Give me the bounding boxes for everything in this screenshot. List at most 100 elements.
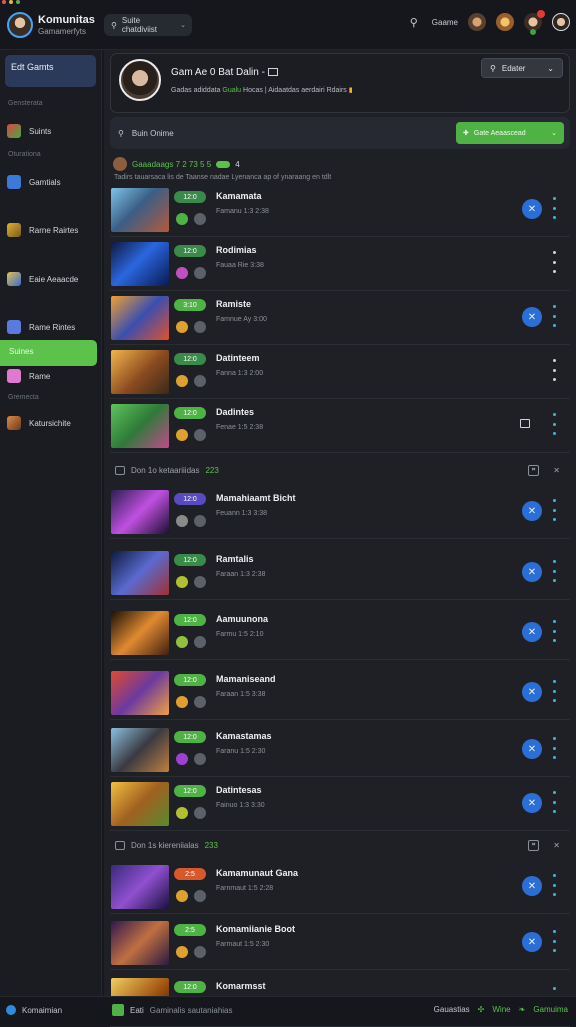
status-icon xyxy=(176,576,188,588)
more-options-icon[interactable] xyxy=(552,930,556,952)
online-status-pill xyxy=(216,160,231,168)
game-thumbnail[interactable] xyxy=(111,551,169,595)
sidebar-item-3[interactable]: Rarne Rairtes xyxy=(7,220,97,240)
sidebar-item-2[interactable]: Gamtials xyxy=(7,172,97,192)
friends-search-input[interactable]: ⚲ Buin Onime ✚ Gate Aeaascead ⌄ xyxy=(110,117,570,149)
friend-row[interactable]: 12:0 Rodimias Fauaa Rie 3:38 xyxy=(110,237,570,291)
friend-row[interactable]: 12:0 Datintesas Fainuo 1:3 3:30 ✕ xyxy=(110,777,570,831)
more-options-icon[interactable] xyxy=(552,560,556,582)
game-thumbnail[interactable] xyxy=(111,611,169,655)
sidebar-item-active[interactable]: Suines xyxy=(0,340,97,366)
close-icon[interactable]: ✕ xyxy=(553,466,560,475)
friend-row[interactable]: 2:5 Komamiianie Boot Farmaut 1:5 2:30 ✕ xyxy=(110,916,570,970)
status-icon xyxy=(176,267,188,279)
friend-name: Kamamunaut Gana xyxy=(216,868,299,878)
sidebar-item-6[interactable]: Rame xyxy=(7,366,97,386)
sidebar-item-5[interactable]: Rame Rintes xyxy=(7,317,97,337)
friend-row[interactable]: 12:0 Kamastamas Faranu 1:5 2:30 ✕ xyxy=(110,723,570,777)
more-options-icon[interactable] xyxy=(552,680,556,702)
status-icon xyxy=(176,890,188,902)
more-options-icon[interactable] xyxy=(552,359,556,381)
add-friend-button[interactable]: ✚ Gate Aeaascead ⌄ xyxy=(456,122,564,144)
collapse-icon[interactable]: ⌗ xyxy=(527,464,540,476)
notification-avatar-icon[interactable] xyxy=(524,10,545,35)
more-options-icon[interactable] xyxy=(552,499,556,521)
status-icon xyxy=(176,946,188,958)
invite-icon[interactable]: ✕ xyxy=(522,307,542,327)
game-thumbnail[interactable] xyxy=(111,865,169,909)
sidebar-item-7[interactable]: Katursichite xyxy=(7,413,97,433)
more-options-icon[interactable] xyxy=(552,620,556,642)
bottom-right-c[interactable]: Gamuima xyxy=(533,1005,568,1014)
game-thumbnail[interactable] xyxy=(111,296,169,340)
friend-row[interactable]: 12:0 Mamahiaamt Bicht Feuann 1:3 3:38 ✕ xyxy=(110,485,570,539)
invite-icon[interactable]: ✕ xyxy=(522,932,542,952)
top-link[interactable]: Gaame xyxy=(432,18,458,27)
game-thumbnail[interactable] xyxy=(111,921,169,965)
channel-search-dropdown[interactable]: ⚲ Suite chatdiviist ⌄ xyxy=(104,14,192,36)
friend-name: Kamamata xyxy=(216,191,262,201)
search-icon[interactable]: ⚲ xyxy=(406,14,422,30)
controller-icon[interactable]: ✣ xyxy=(478,1005,485,1014)
friend-row[interactable]: 2:5 Kamamunaut Gana Farnmaut 1:5 2:28 ✕ xyxy=(110,860,570,914)
window-controls[interactable] xyxy=(2,0,20,4)
game-icon xyxy=(7,369,21,383)
game-avatar-icon[interactable] xyxy=(496,13,514,31)
game-thumbnail[interactable] xyxy=(111,671,169,715)
filter-dropdown[interactable]: ⚲ Edater ⌄ xyxy=(481,58,563,78)
invite-icon[interactable]: ✕ xyxy=(522,562,542,582)
invite-icon[interactable]: ✕ xyxy=(522,739,542,759)
user-avatar[interactable] xyxy=(552,13,570,31)
sidebar-item-4[interactable]: Eaie Aeaacde xyxy=(7,269,97,289)
window-icon[interactable] xyxy=(520,419,530,428)
game-thumbnail[interactable] xyxy=(111,188,169,232)
more-options-icon[interactable] xyxy=(552,737,556,759)
friend-row[interactable]: 3:10 Ramiste Famnue Ay 3:00 ✕ xyxy=(110,291,570,345)
group-header[interactable]: Don 1o ketaariiidas 223 ⌗ ✕ xyxy=(110,459,570,481)
group-header[interactable]: Don 1s kiereniialas 233 ⌗ ✕ xyxy=(110,834,570,856)
close-icon[interactable]: ✕ xyxy=(553,841,560,850)
sidebar-edit-games-card[interactable]: Edt Gamts xyxy=(5,55,96,87)
game-thumbnail[interactable] xyxy=(111,404,169,448)
more-options-icon[interactable] xyxy=(552,791,556,813)
friend-name: Rodimias xyxy=(216,245,257,255)
more-options-icon[interactable] xyxy=(552,197,556,219)
bottom-right-b[interactable]: Wine xyxy=(492,1005,510,1014)
game-thumbnail[interactable] xyxy=(111,350,169,394)
app-avatar[interactable] xyxy=(7,12,33,38)
bottom-status[interactable]: Eati Gaminalis sautaniahias xyxy=(112,1004,233,1016)
game-thumbnail[interactable] xyxy=(111,782,169,826)
sidebar-item-label: Eaie Aeaacde xyxy=(29,274,79,284)
invite-icon[interactable]: ✕ xyxy=(522,199,542,219)
window-icon xyxy=(267,68,278,77)
game-thumbnail[interactable] xyxy=(111,490,169,534)
sidebar: Edt Gamts Gensterata Suints Oturationa G… xyxy=(0,50,102,996)
invite-icon[interactable]: ✕ xyxy=(522,501,542,521)
sidebar-item-1[interactable]: Suints xyxy=(7,121,97,141)
invite-icon[interactable]: ✕ xyxy=(522,793,542,813)
more-options-icon[interactable] xyxy=(552,251,556,273)
online-header-label: Gaaadaags 7 2 73 5 5 xyxy=(132,159,212,169)
more-options-icon[interactable] xyxy=(552,874,556,896)
friend-row[interactable]: 12:0 Ramtalis Faraan 1:3 2:38 ✕ xyxy=(110,546,570,600)
collapse-icon[interactable]: ⌗ xyxy=(527,839,540,851)
invite-icon[interactable]: ✕ xyxy=(522,622,542,642)
invite-icon[interactable]: ✕ xyxy=(522,876,542,896)
game-thumbnail[interactable] xyxy=(111,728,169,772)
invite-icon[interactable]: ✕ xyxy=(522,682,542,702)
bottom-community-link[interactable]: Komaimian xyxy=(6,1005,62,1015)
friend-row[interactable]: 12:0 Dadintes Fenae 1:5 2:38 xyxy=(110,399,570,453)
profile-avatar[interactable] xyxy=(119,59,161,101)
friend-row[interactable]: 12:0 Mamaniseand Faraan 1:5 3:38 ✕ xyxy=(110,666,570,720)
more-options-icon[interactable] xyxy=(552,413,556,435)
more-options-icon[interactable] xyxy=(552,305,556,327)
friend-row[interactable]: 12:0 Datinteem Fanna 1:3 2:00 xyxy=(110,345,570,399)
group-label: Don 1o ketaariiidas xyxy=(131,465,200,475)
level-badge: 12:0 xyxy=(174,731,206,743)
game-thumbnail[interactable] xyxy=(111,242,169,286)
search-icon: ⚲ xyxy=(111,20,117,30)
friend-row[interactable]: 12:0 Aamuunona Farmu 1:5 2:10 ✕ xyxy=(110,606,570,660)
friend-row[interactable]: 12:0 Kamamata Famanu 1:3 2:38 ✕ xyxy=(110,183,570,237)
bottom-right-a[interactable]: Gauastias xyxy=(434,1005,470,1014)
friend-avatar-icon[interactable] xyxy=(468,13,486,31)
